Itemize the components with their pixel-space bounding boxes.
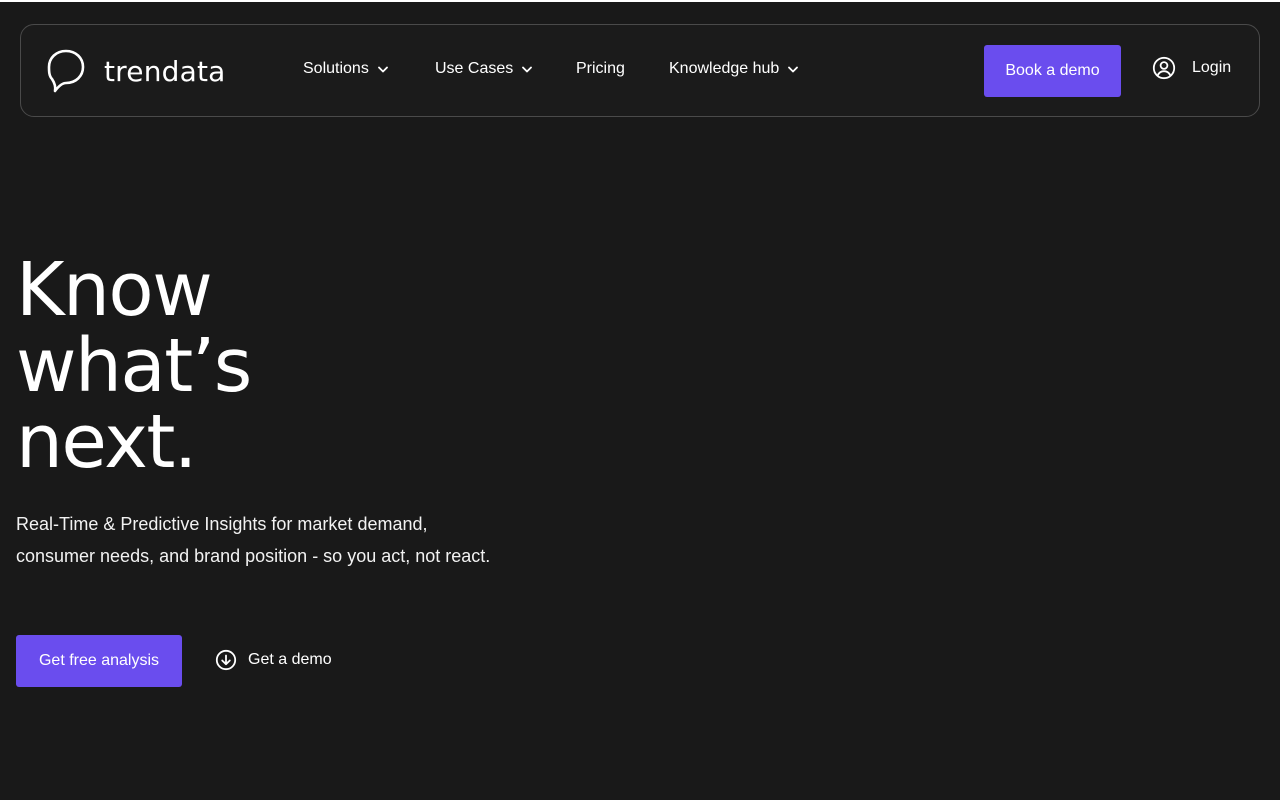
hero-title: Know what’s next. [16, 252, 516, 480]
brand-logo[interactable]: trendata [46, 48, 226, 94]
hero-subtitle: Real-Time & Predictive Insights for mark… [16, 514, 491, 566]
nav-pricing-label: Pricing [576, 60, 625, 77]
brand-name: trendata [104, 54, 226, 88]
nav-solutions[interactable]: Solutions [303, 60, 388, 78]
nav-solutions-label: Solutions [303, 60, 369, 77]
nav-knowledge-hub[interactable]: Knowledge hub [669, 60, 799, 78]
nav-use-cases-label: Use Cases [435, 60, 514, 77]
nav-use-cases[interactable]: Use Cases [435, 60, 533, 78]
nav-knowledge-hub-label: Knowledge hub [669, 60, 780, 77]
arrow-down-circle-icon [215, 649, 237, 671]
navbar: trendata Solutions Use Cases Pricing Kno… [20, 24, 1260, 117]
nav-pricing[interactable]: Pricing [576, 60, 625, 78]
login-link[interactable]: Login [1152, 56, 1231, 80]
speech-bubble-icon [47, 49, 85, 93]
book-demo-button[interactable]: Book a demo [984, 45, 1121, 97]
top-edge-line [0, 0, 1280, 2]
login-label: Login [1192, 59, 1232, 76]
hero-title-line: what’s [16, 323, 252, 409]
get-free-analysis-button[interactable]: Get free analysis [16, 635, 182, 687]
hero-title-line: next. [16, 399, 197, 485]
get-demo-label: Get a demo [248, 651, 332, 668]
hero-title-line: Know [16, 247, 213, 333]
user-circle-icon [1152, 56, 1176, 80]
get-demo-link[interactable]: Get a demo [215, 649, 332, 671]
chevron-down-icon [788, 66, 799, 72]
chevron-down-icon [377, 66, 388, 72]
chevron-down-icon [522, 66, 533, 72]
